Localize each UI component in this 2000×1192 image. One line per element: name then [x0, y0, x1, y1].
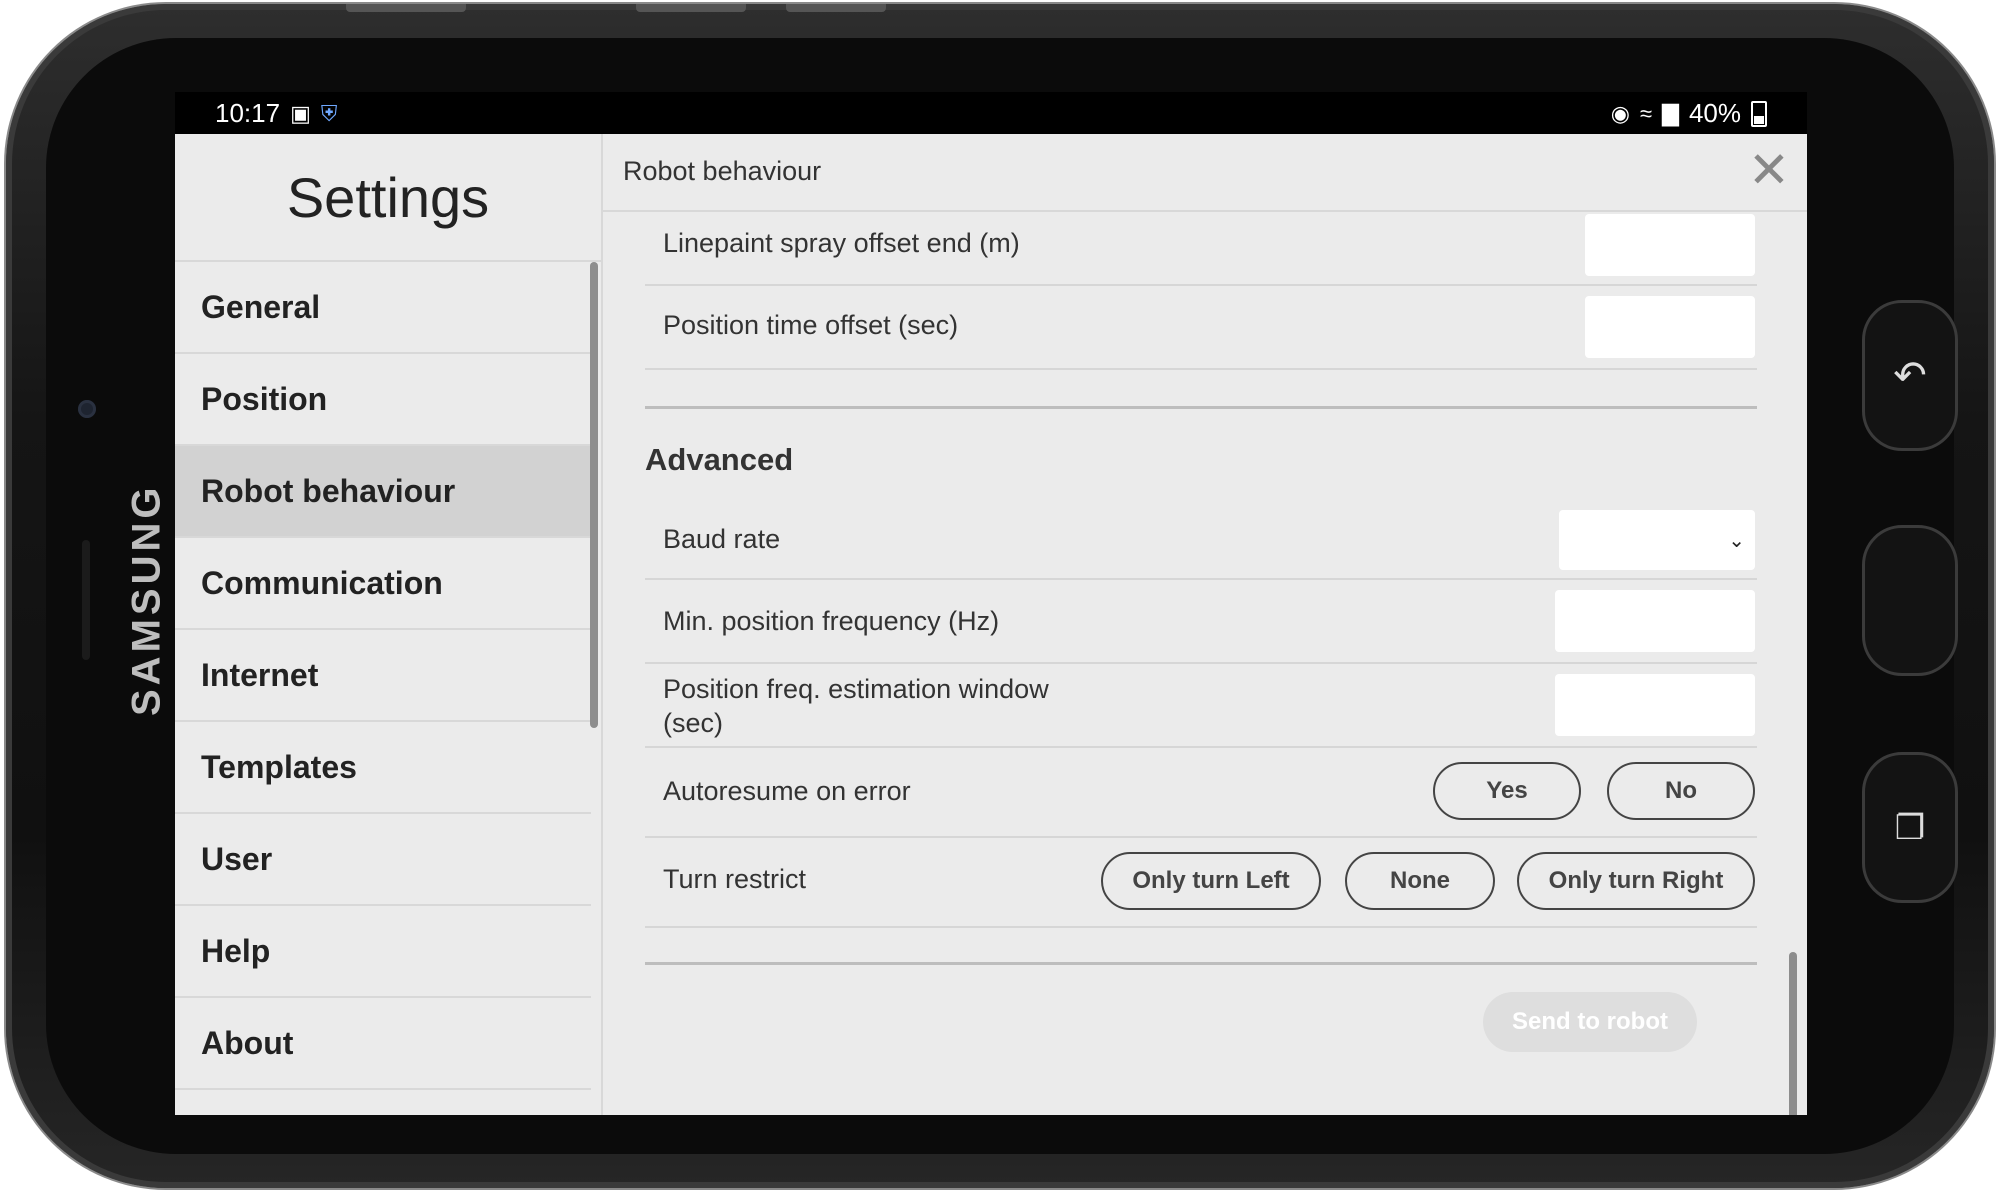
sidebar-scrollbar[interactable] — [590, 262, 598, 728]
hw-home-button[interactable] — [1862, 525, 1958, 676]
setting-label: Position time offset (sec) — [663, 310, 959, 340]
sidebar-item-user[interactable]: User — [175, 814, 591, 906]
settings-content: Linepaint spray offset end (m) Position … — [603, 212, 1807, 1115]
setting-label: Turn restrict — [663, 864, 807, 894]
front-camera — [78, 400, 96, 418]
settings-main-pane: Robot behaviour ✕ Linepaint spray offset… — [603, 134, 1807, 1115]
setting-label: Position freq. estimation window (sec) — [663, 672, 1049, 740]
hw-back-button[interactable]: ↶ — [1862, 300, 1958, 451]
section-divider — [645, 406, 1757, 409]
recents-icon: ❐ — [1894, 808, 1926, 847]
turn-restrict-right-button[interactable]: Only turn Right — [1517, 852, 1755, 910]
chevron-down-icon: ⌄ — [1728, 530, 1745, 552]
turn-restrict-none-button[interactable]: None — [1345, 852, 1495, 910]
autoresume-yes-button[interactable]: Yes — [1433, 762, 1581, 820]
shield-icon: ⛨ — [320, 100, 338, 126]
sidebar-item-position[interactable]: Position — [175, 354, 591, 446]
device-screen: 10:17 ▣ ⛨ ◉ ≈ ▇ 40% Settings General Pos… — [175, 92, 1807, 1115]
setting-label: Autoresume on error — [663, 776, 911, 806]
close-button[interactable]: ✕ — [1745, 145, 1793, 195]
status-time: 10:17 — [215, 98, 281, 128]
min-position-frequency-input[interactable] — [1555, 590, 1755, 652]
section-title-advanced: Advanced — [645, 442, 794, 477]
setting-row-turn-restrict: Turn restrict Only turn Left None Only t… — [645, 838, 1757, 928]
sidebar-item-general[interactable]: General — [175, 262, 591, 354]
setting-row-autoresume: Autoresume on error Yes No — [645, 748, 1757, 838]
setting-label: Min. position frequency (Hz) — [663, 606, 1000, 636]
settings-sidebar: Settings General Position Robot behaviou… — [175, 134, 603, 1115]
sidebar-item-templates[interactable]: Templates — [175, 722, 591, 814]
device-brand: SAMSUNG — [124, 483, 169, 717]
back-icon: ↶ — [1893, 353, 1927, 398]
volume-button — [636, 4, 746, 12]
settings-app: Settings General Position Robot behaviou… — [175, 134, 1807, 1115]
sidebar-item-communication[interactable]: Communication — [175, 538, 591, 630]
sidebar-item-internet[interactable]: Internet — [175, 630, 591, 722]
setting-row-spray-offset-end: Linepaint spray offset end (m) — [645, 212, 1757, 286]
main-scrollbar[interactable] — [1789, 952, 1797, 1115]
baud-rate-select[interactable]: ⌄ — [1559, 510, 1755, 570]
signal-icon: ▇ — [1662, 100, 1679, 126]
page-title: Robot behaviour — [623, 156, 822, 186]
sidebar-title: Settings — [175, 134, 601, 262]
battery-icon — [1751, 100, 1767, 127]
hw-recents-button[interactable]: ❐ — [1862, 752, 1958, 903]
setting-label: Baud rate — [663, 524, 781, 554]
speaker-grille — [82, 540, 90, 660]
status-bar: 10:17 ▣ ⛨ ◉ ≈ ▇ 40% — [175, 92, 1807, 134]
send-to-robot-button[interactable]: Send to robot — [1483, 992, 1697, 1052]
image-icon: ▣ — [290, 100, 311, 126]
autoresume-no-button[interactable]: No — [1607, 762, 1755, 820]
wifi-icon: ≈ — [1639, 100, 1653, 126]
location-icon: ◉ — [1610, 100, 1630, 126]
sidebar-item-help[interactable]: Help — [175, 906, 591, 998]
setting-row-min-position-frequency: Min. position frequency (Hz) — [645, 580, 1757, 664]
setting-row-freq-estimation-window: Position freq. estimation window (sec) — [645, 664, 1757, 748]
power-button — [786, 4, 886, 12]
spray-offset-end-input[interactable] — [1585, 214, 1755, 276]
setting-row-position-time-offset: Position time offset (sec) — [645, 286, 1757, 370]
position-time-offset-input[interactable] — [1585, 296, 1755, 358]
volume-button — [346, 4, 466, 12]
close-icon: ✕ — [1748, 142, 1790, 198]
battery-percent: 40% — [1688, 98, 1741, 128]
section-divider — [645, 962, 1757, 965]
sidebar-item-robot-behaviour[interactable]: Robot behaviour — [175, 446, 591, 538]
main-header: Robot behaviour ✕ — [603, 134, 1807, 212]
setting-row-baud-rate: Baud rate ⌄ — [645, 502, 1757, 580]
turn-restrict-left-button[interactable]: Only turn Left — [1101, 852, 1321, 910]
setting-label-line1: Position freq. estimation window — [663, 674, 1049, 704]
freq-estimation-window-input[interactable] — [1555, 674, 1755, 736]
setting-label-line2: (sec) — [663, 708, 723, 738]
sidebar-item-about[interactable]: About — [175, 998, 591, 1090]
setting-label: Linepaint spray offset end (m) — [663, 228, 1020, 258]
